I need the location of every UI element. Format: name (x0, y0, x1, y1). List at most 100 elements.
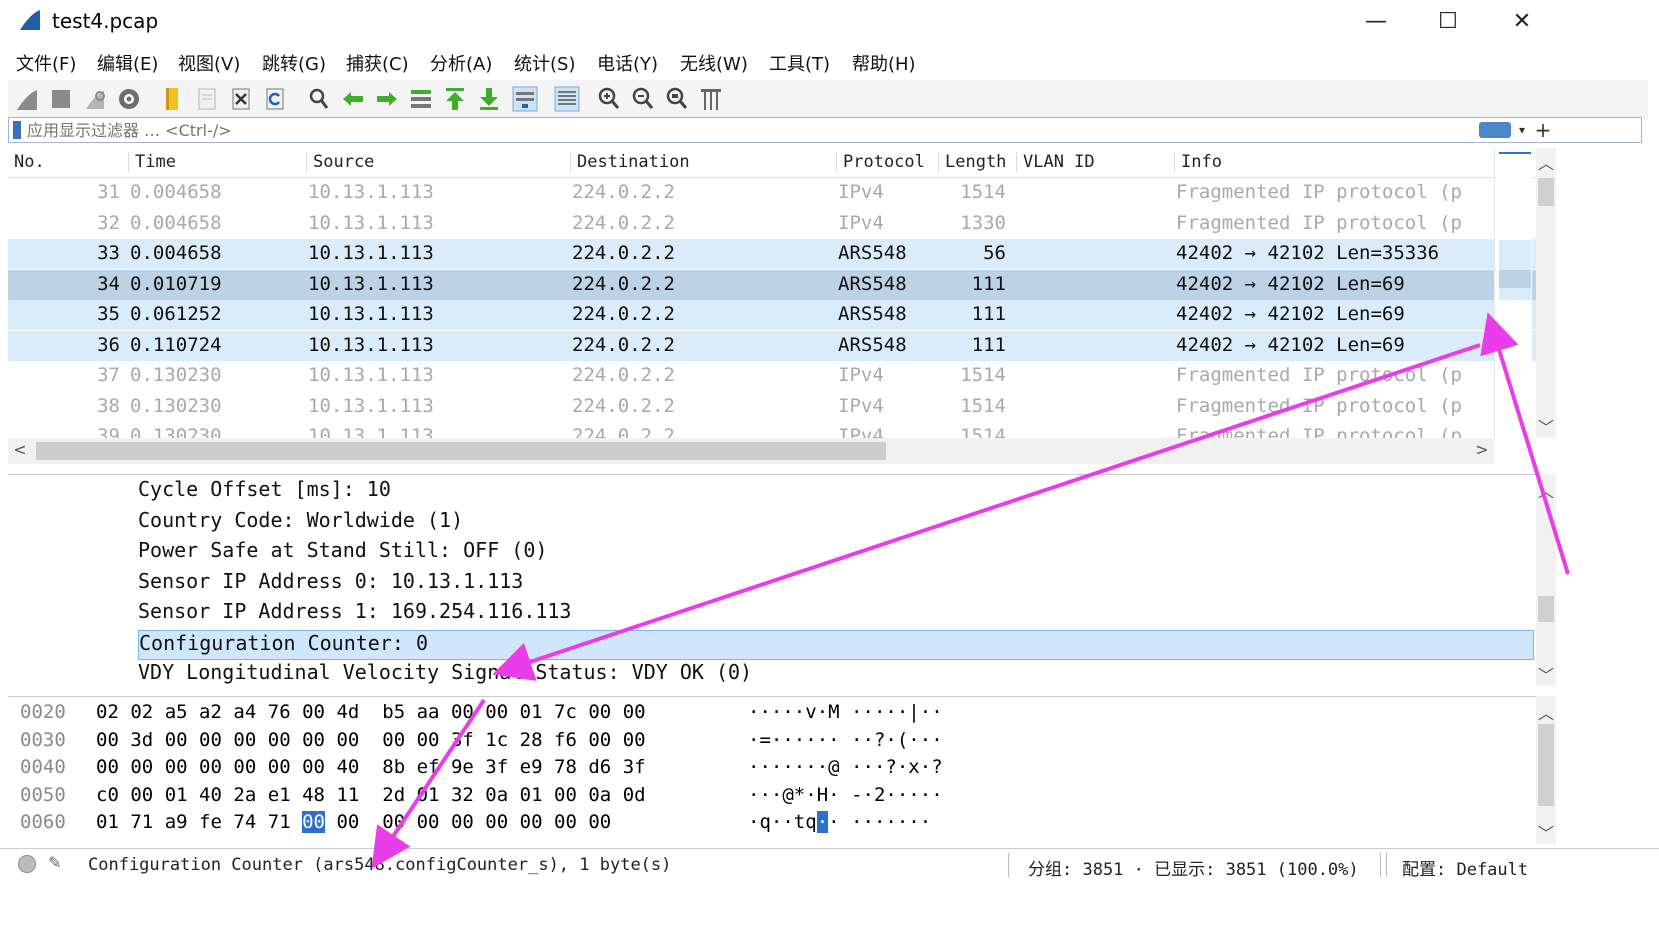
ascii-char[interactable]: · (874, 811, 885, 833)
hex-byte[interactable]: 78 (554, 756, 577, 778)
hex-byte[interactable]: 00 (623, 729, 646, 751)
hex-byte[interactable]: 8b (382, 756, 405, 778)
ascii-char[interactable]: · (885, 729, 896, 751)
ascii-char[interactable]: · (897, 784, 908, 806)
hex-byte[interactable]: 48 (302, 784, 325, 806)
ascii-char[interactable]: · (782, 756, 793, 778)
packet-list-vertical-scrollbar[interactable]: ︿ ﹀ (1536, 148, 1556, 438)
hex-byte[interactable]: 71 (130, 811, 153, 833)
hex-byte[interactable]: c0 (96, 784, 119, 806)
menu-telephony[interactable]: 电话(Y) (597, 50, 658, 76)
ascii-char[interactable]: = (759, 729, 770, 751)
hex-byte[interactable]: 0d (623, 784, 646, 806)
ascii-char[interactable]: M (828, 701, 839, 723)
ascii-char[interactable]: · (863, 756, 874, 778)
ascii-char[interactable]: · (863, 729, 874, 751)
ascii-char[interactable]: · (816, 811, 829, 833)
detail-row[interactable]: Country Code: Worldwide (1) (138, 508, 1534, 538)
add-filter-button[interactable]: + (1533, 118, 1553, 142)
hex-byte[interactable]: 0a (485, 784, 508, 806)
stop-capture-icon[interactable] (46, 84, 76, 114)
ascii-char[interactable]: ( (897, 729, 908, 751)
go-to-packet-icon[interactable] (406, 84, 436, 114)
ascii-char[interactable]: · (920, 784, 931, 806)
hex-byte[interactable]: 00 (336, 729, 359, 751)
column-header-no[interactable]: No. (8, 152, 45, 172)
hex-byte[interactable]: 00 (588, 729, 611, 751)
hex-byte[interactable]: 4d (336, 701, 359, 723)
ascii-char[interactable]: @ (782, 784, 793, 806)
hex-byte[interactable]: 00 (302, 701, 325, 723)
ascii-char[interactable]: · (863, 784, 874, 806)
ascii-char[interactable]: v (805, 701, 816, 723)
ascii-char[interactable]: | (908, 701, 919, 723)
hex-byte[interactable]: a2 (199, 701, 222, 723)
detail-row[interactable]: Sensor IP Address 0: 10.13.1.113 (138, 569, 1534, 599)
hex-byte[interactable]: 74 (233, 811, 256, 833)
column-header-time[interactable]: Time (128, 152, 176, 172)
column-header-destination[interactable]: Destination (570, 152, 690, 172)
ascii-char[interactable]: · (805, 756, 816, 778)
hex-byte[interactable]: 00 (165, 756, 188, 778)
hex-byte[interactable]: 3f (451, 729, 474, 751)
ascii-char[interactable]: ? (874, 729, 885, 751)
hex-byte[interactable]: f6 (554, 729, 577, 751)
ascii-char[interactable]: · (794, 701, 805, 723)
hex-byte[interactable]: 3f (623, 756, 646, 778)
hex-byte[interactable]: aa (417, 701, 440, 723)
ascii-char[interactable]: · (782, 701, 793, 723)
packet-row[interactable]: 36 0.110724 10.13.1.113 224.0.2.2 ARS548 111 4… (8, 330, 1538, 361)
edit-comment-icon[interactable]: ✎ (48, 853, 61, 872)
hex-byte[interactable]: 28 (520, 729, 543, 751)
hex-byte[interactable]: 00 (302, 811, 325, 833)
autoscroll-icon[interactable] (510, 84, 540, 114)
hex-byte[interactable]: 00 (485, 811, 508, 833)
hex-byte[interactable]: 01 (520, 701, 543, 723)
menu-edit[interactable]: 编辑(E) (97, 50, 158, 76)
menu-analyze[interactable]: 分析(A) (430, 50, 492, 76)
hex-byte[interactable]: b5 (382, 701, 405, 723)
ascii-char[interactable]: · (863, 811, 874, 833)
ascii-char[interactable]: · (897, 701, 908, 723)
ascii-char[interactable]: q (805, 811, 816, 833)
zoom-out-icon[interactable] (628, 84, 658, 114)
menu-file[interactable]: 文件(F) (16, 50, 76, 76)
hex-byte[interactable]: 02 (96, 701, 119, 723)
ascii-char[interactable]: · (885, 784, 896, 806)
ascii-char[interactable]: · (748, 756, 759, 778)
menu-help[interactable]: 帮助(H) (852, 50, 916, 76)
hex-byte[interactable]: ef (417, 756, 440, 778)
hex-byte[interactable]: 00 (268, 729, 291, 751)
column-header-protocol[interactable]: Protocol (836, 152, 925, 172)
capture-options-icon[interactable] (114, 84, 144, 114)
hex-byte[interactable]: 71 (268, 811, 291, 833)
ascii-char[interactable]: · (931, 784, 942, 806)
maximize-button[interactable]: ☐ (1418, 4, 1478, 40)
go-back-icon[interactable] (338, 84, 368, 114)
packet-list-horizontal-scrollbar[interactable]: < > (8, 438, 1494, 464)
resize-columns-icon[interactable] (696, 84, 726, 114)
scrollbar-thumb[interactable] (36, 442, 886, 460)
scroll-down-icon[interactable]: ﹀ (1536, 414, 1556, 438)
ascii-char[interactable]: * (794, 784, 805, 806)
hex-byte[interactable]: 76 (268, 701, 291, 723)
packet-row[interactable]: 35 0.061252 10.13.1.113 224.0.2.2 ARS548 111 4… (8, 300, 1538, 330)
scroll-right-icon[interactable]: > (1472, 440, 1492, 459)
ascii-char[interactable]: · (908, 784, 919, 806)
ascii-char[interactable]: · (908, 811, 919, 833)
hex-byte[interactable]: 00 (520, 811, 543, 833)
go-first-icon[interactable] (440, 84, 470, 114)
open-file-icon[interactable] (158, 84, 188, 114)
scrollbar-thumb[interactable] (1538, 724, 1554, 806)
ascii-char[interactable]: · (828, 811, 839, 833)
menu-wireless[interactable]: 无线(W) (680, 50, 748, 76)
ascii-char[interactable]: q (759, 811, 770, 833)
colorize-icon[interactable] (552, 84, 582, 114)
ascii-char[interactable]: · (771, 701, 782, 723)
zoom-in-icon[interactable] (594, 84, 624, 114)
scroll-down-icon[interactable]: ﹀ (1536, 820, 1556, 844)
hex-byte[interactable]: 00 (233, 729, 256, 751)
ascii-char[interactable]: · (817, 701, 828, 723)
minimize-button[interactable]: — (1346, 4, 1406, 40)
scroll-up-icon[interactable]: ︿ (1536, 150, 1556, 174)
